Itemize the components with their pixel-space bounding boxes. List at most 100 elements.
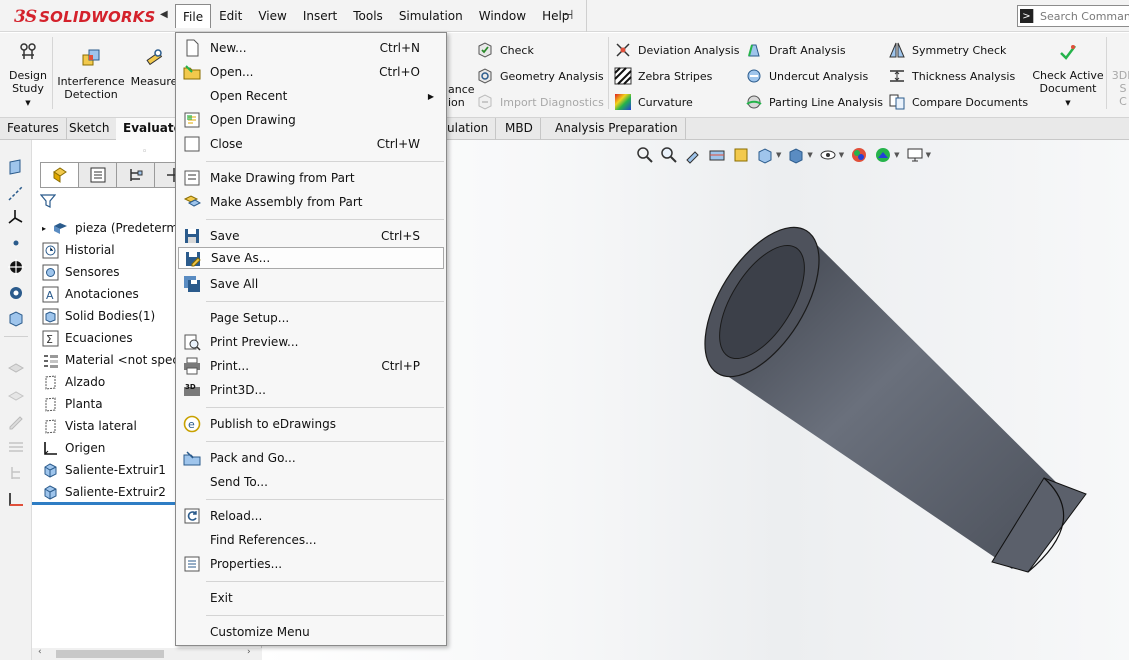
compare-documents-button[interactable]: Compare Documents xyxy=(888,93,1028,111)
grid-lines-icon[interactable] xyxy=(7,438,25,456)
menu-item-exit[interactable]: Exit xyxy=(178,587,444,609)
scrollbar-thumb[interactable] xyxy=(56,650,164,658)
expand-arrow-icon[interactable]: ▸ xyxy=(42,224,46,233)
filter-icon[interactable] xyxy=(40,193,56,209)
menu-item-publish-edrawings[interactable]: e Publish to eDrawings xyxy=(178,413,444,435)
menu-item-open-recent[interactable]: Open Recent ▶ xyxy=(178,85,444,107)
rollback-bar[interactable] xyxy=(32,502,176,505)
design-study-dropdown-icon[interactable]: ▼ xyxy=(6,97,50,110)
tree-item-saliente-extruir1[interactable]: Saliente-Extruir1 xyxy=(42,459,166,481)
thickness-analysis-button[interactable]: Thickness Analysis xyxy=(888,67,1015,85)
menu-item-find-references[interactable]: Find References... xyxy=(178,529,444,551)
menu-view[interactable]: View xyxy=(250,4,294,28)
tab-propertymanager[interactable] xyxy=(78,162,117,188)
scroll-left-icon[interactable]: ‹ xyxy=(38,647,42,657)
menu-item-make-drawing[interactable]: Make Drawing from Part xyxy=(178,167,444,189)
dynamic-annotation-view-icon[interactable] xyxy=(732,146,750,164)
panel-resize-handle[interactable]: ◦ xyxy=(142,147,147,157)
menu-item-customize-menu[interactable]: Customize Menu xyxy=(178,621,444,643)
menu-item-page-setup[interactable]: Page Setup... xyxy=(178,307,444,329)
menu-item-print3d[interactable]: 3D Print3D... xyxy=(178,379,444,401)
menu-tools[interactable]: Tools xyxy=(345,4,391,28)
tree-structure-icon[interactable] xyxy=(7,464,25,482)
menu-item-print-preview[interactable]: Print Preview... xyxy=(178,331,444,353)
menu-item-save-as[interactable]: Save As... xyxy=(178,247,444,269)
symmetry-check-button[interactable]: Symmetry Check xyxy=(888,41,1006,59)
view-settings-dropdown-icon[interactable]: ▼ xyxy=(926,151,931,159)
coordinate-system-icon[interactable] xyxy=(7,258,25,276)
display-style-icon[interactable] xyxy=(787,146,805,164)
import-diagnostics-button[interactable]: Import Diagnostics xyxy=(476,93,604,111)
tree-item-sensores[interactable]: Sensores xyxy=(42,261,120,283)
menu-item-open[interactable]: Open... Ctrl+O xyxy=(178,61,444,83)
hide-show-dropdown-icon[interactable]: ▼ xyxy=(839,151,844,159)
zebra-stripes-button[interactable]: Zebra Stripes xyxy=(614,67,712,85)
menu-item-new[interactable]: New... Ctrl+N xyxy=(178,37,444,59)
draft-analysis-button[interactable]: Draft Analysis xyxy=(745,41,846,59)
menu-item-open-drawing[interactable]: Open Drawing xyxy=(178,109,444,131)
edit-appearance-icon[interactable] xyxy=(850,146,868,164)
axis-triad-icon[interactable] xyxy=(7,208,25,226)
partial-3de-button[interactable]: 3DE S C xyxy=(1108,69,1129,108)
tab-configurationmanager[interactable] xyxy=(116,162,155,188)
menu-item-reload[interactable]: Reload... xyxy=(178,505,444,527)
undercut-analysis-button[interactable]: Undercut Analysis xyxy=(745,67,868,85)
check-active-document-dropdown-icon[interactable]: ▼ xyxy=(1030,97,1106,110)
sketch-plane-icon[interactable] xyxy=(7,158,25,176)
apply-scene-icon[interactable] xyxy=(874,146,892,164)
geometry-analysis-button[interactable]: Geometry Analysis xyxy=(476,67,604,85)
parting-line-analysis-button[interactable]: Parting Line Analysis xyxy=(745,93,883,111)
menu-item-properties[interactable]: Properties... xyxy=(178,553,444,575)
tree-item-material[interactable]: Material <not specifi xyxy=(42,349,190,371)
section-view-icon[interactable] xyxy=(708,146,726,164)
3d-cube-icon[interactable] xyxy=(7,310,25,328)
tree-item-historial[interactable]: Historial xyxy=(42,239,115,261)
tab-mbd[interactable]: MBD xyxy=(498,118,541,140)
surface-icon[interactable] xyxy=(7,360,25,378)
menu-item-print[interactable]: Print... Ctrl+P xyxy=(178,355,444,377)
interference-detection-button[interactable]: Interference Detection xyxy=(56,47,126,101)
menu-item-close[interactable]: Close Ctrl+W xyxy=(178,133,444,155)
view-orientation-dropdown-icon[interactable]: ▼ xyxy=(776,151,781,159)
tree-item-ecuaciones[interactable]: Σ Ecuaciones xyxy=(42,327,133,349)
view-settings-monitor-icon[interactable] xyxy=(906,146,924,164)
menu-insert[interactable]: Insert xyxy=(295,4,345,28)
solidworks-logo[interactable]: 3S SOLIDWORKS xyxy=(14,6,156,28)
tree-item-planta[interactable]: Planta xyxy=(42,393,103,415)
search-commands-box[interactable]: > Search Commands xyxy=(1017,5,1129,27)
line-icon[interactable] xyxy=(7,184,25,202)
hide-show-items-icon[interactable] xyxy=(819,146,837,164)
curvature-button[interactable]: Curvature xyxy=(614,93,693,111)
menu-window[interactable]: Window xyxy=(471,4,534,28)
horizontal-scrollbar[interactable]: ‹ › xyxy=(32,647,262,660)
pin-menu-icon[interactable]: ⊣ xyxy=(562,8,573,23)
menu-edit[interactable]: Edit xyxy=(211,4,250,28)
point-icon[interactable] xyxy=(7,234,25,252)
menu-item-make-assembly[interactable]: Make Assembly from Part xyxy=(178,191,444,213)
tab-featuremanager[interactable] xyxy=(40,162,79,188)
scroll-right-icon[interactable]: › xyxy=(247,647,251,657)
tab-sketch[interactable]: Sketch xyxy=(62,118,118,140)
tree-item-origen[interactable]: Origen xyxy=(42,437,105,459)
menu-collapse-arrow-icon[interactable]: ◀ xyxy=(160,9,168,20)
tree-item-anotaciones[interactable]: A Anotaciones xyxy=(42,283,139,305)
menu-simulation[interactable]: Simulation xyxy=(391,4,471,28)
tab-analysis-preparation[interactable]: Analysis Preparation xyxy=(548,118,686,140)
tree-item-solid-bodies[interactable]: Solid Bodies(1) xyxy=(42,305,155,327)
chart-icon[interactable] xyxy=(7,490,25,508)
tab-features[interactable]: Features xyxy=(0,118,67,140)
menu-item-save-all[interactable]: Save All xyxy=(178,273,444,295)
apply-scene-dropdown-icon[interactable]: ▼ xyxy=(894,151,899,159)
check-button[interactable]: Check xyxy=(476,41,534,59)
plane-gray-icon[interactable] xyxy=(7,386,25,404)
tree-item-alzado[interactable]: Alzado xyxy=(42,371,105,393)
menu-item-save[interactable]: Save Ctrl+S xyxy=(178,225,444,247)
gear-feature-icon[interactable] xyxy=(7,284,25,302)
previous-view-icon[interactable] xyxy=(684,146,702,164)
tree-item-saliente-extruir2[interactable]: Saliente-Extruir2 xyxy=(42,481,166,503)
tree-root-part[interactable]: ▸ pieza (Predetermina xyxy=(42,217,196,239)
measure-button[interactable]: Measure xyxy=(128,47,180,88)
tab-simulation-partial[interactable]: ulation xyxy=(440,118,497,140)
edit-pencil-icon[interactable] xyxy=(7,412,25,430)
check-active-document-button[interactable]: Check Active Document ▼ xyxy=(1030,41,1106,110)
